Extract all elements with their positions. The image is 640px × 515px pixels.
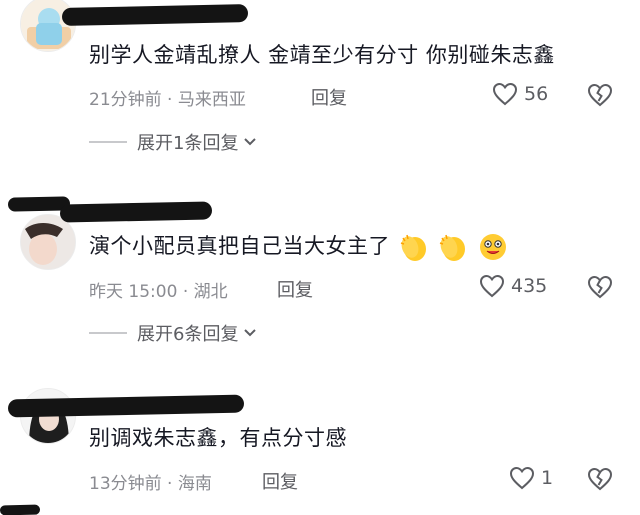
clapping-hands-emoji [400,234,427,261]
redacted-username [0,504,41,515]
comment-time: 13分钟前 [89,474,162,494]
comment-time: 昨天 15:00 [89,282,178,302]
like-count: 56 [524,83,549,105]
chevron-down-icon [244,138,257,146]
comment-text: 演个小配员真把自己当大女主了 [89,231,508,262]
comment-time: 21分钟前 [89,90,162,110]
like-count: 1 [541,467,554,489]
comment-meta: 昨天 15:00 · 湖北 [89,277,228,302]
comment-meta: 21分钟前 · 马来西亚 [89,85,246,110]
clapping-hands-emoji [440,234,466,261]
redacted-username [7,394,245,418]
broken-heart-icon [587,467,613,491]
like-button[interactable]: 1 [509,466,553,490]
divider [89,332,127,334]
dislike-button[interactable] [587,467,613,495]
redacted-username [59,201,213,223]
expand-replies-label: 展开1条回复 [137,133,239,154]
comment-text: 别调戏朱志鑫，有点分寸感 [89,426,347,450]
dizzy-face-emoji [479,234,506,260]
reply-button[interactable]: 回复 [277,276,313,302]
expand-replies-button[interactable]: 展开6条回复 [89,320,258,346]
comment-location: · 湖北 [182,282,228,302]
like-button[interactable]: 56 [492,82,548,106]
redacted-username [61,4,249,26]
comment-location: · 海南 [167,474,212,494]
comment-meta: 13分钟前 · 海南 [89,469,212,494]
comment-location: · 马来西亚 [167,90,246,110]
expand-replies-label: 展开6条回复 [137,324,239,345]
comment-text-body: 演个小配员真把自己当大女主了 [89,234,390,258]
dislike-button[interactable] [587,275,613,303]
broken-heart-icon [587,83,613,107]
broken-heart-icon [587,275,613,299]
like-button[interactable]: 435 [479,274,547,298]
heart-icon [492,82,518,106]
dislike-button[interactable] [587,83,613,111]
expand-replies-button[interactable]: 展开1条回复 [89,129,258,155]
heart-icon [479,274,505,298]
comment-text: 别学人金靖乱撩人 金靖至少有分寸 你别碰朱志鑫 [89,43,555,67]
reply-button[interactable]: 回复 [262,468,298,494]
divider [89,141,127,143]
like-count: 435 [511,275,548,297]
chevron-down-icon [244,329,257,337]
reply-button[interactable]: 回复 [311,84,347,110]
heart-icon [509,466,535,490]
